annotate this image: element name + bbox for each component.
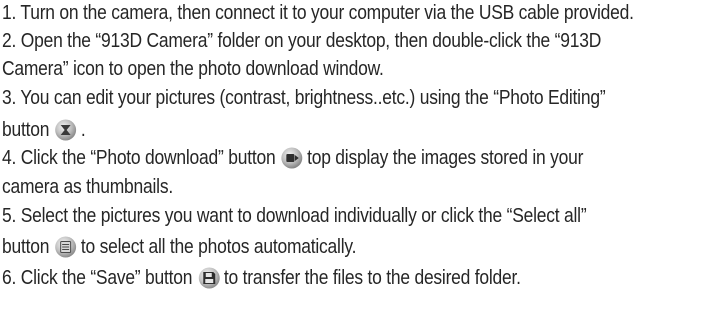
step-6-text-b: to transfer the files to the desired fol… bbox=[223, 267, 521, 289]
step-5-text-1: 5. Select the pictures you want to downl… bbox=[2, 205, 587, 227]
step-4-line-2: camera as thumbnails. bbox=[2, 175, 173, 199]
step-1: 1. Turn on the camera, then connect it t… bbox=[2, 1, 634, 25]
photo-download-icon bbox=[281, 147, 303, 169]
step-3-text-1: 3. You can edit your pictures (contrast,… bbox=[2, 87, 606, 109]
save-icon bbox=[198, 267, 220, 289]
step-5-line-2: button to select all the photos automati… bbox=[2, 235, 356, 259]
step-3-text-2a: button bbox=[2, 119, 50, 141]
step-2-line-2: Camera” icon to open the photo download … bbox=[2, 57, 384, 81]
select-all-icon bbox=[55, 236, 77, 258]
step-3-text-2b: . bbox=[80, 119, 86, 141]
step-4-text-1b: top display the images stored in your bbox=[307, 147, 584, 169]
step-2-text-1: 2. Open the “913D Camera” folder on your… bbox=[2, 30, 602, 52]
step-1-text: 1. Turn on the camera, then connect it t… bbox=[2, 2, 634, 24]
step-6: 6. Click the “Save” button to transfer t… bbox=[2, 266, 521, 290]
step-3-line-2: button . bbox=[2, 118, 86, 142]
step-2-text-2: Camera” icon to open the photo download … bbox=[2, 58, 384, 80]
step-5-text-2a: button bbox=[2, 236, 50, 258]
step-6-text-a: 6. Click the “Save” button bbox=[2, 267, 193, 289]
step-4-line-1: 4. Click the “Photo download” button top… bbox=[2, 146, 583, 170]
photo-editing-icon bbox=[55, 119, 77, 141]
step-4-text-2: camera as thumbnails. bbox=[2, 176, 173, 198]
step-3-line-1: 3. You can edit your pictures (contrast,… bbox=[2, 86, 606, 110]
step-2-line-1: 2. Open the “913D Camera” folder on your… bbox=[2, 29, 601, 53]
step-4-text-1a: 4. Click the “Photo download” button bbox=[2, 147, 276, 169]
step-5-text-2b: to select all the photos automatically. bbox=[80, 236, 357, 258]
step-5-line-1: 5. Select the pictures you want to downl… bbox=[2, 204, 587, 228]
